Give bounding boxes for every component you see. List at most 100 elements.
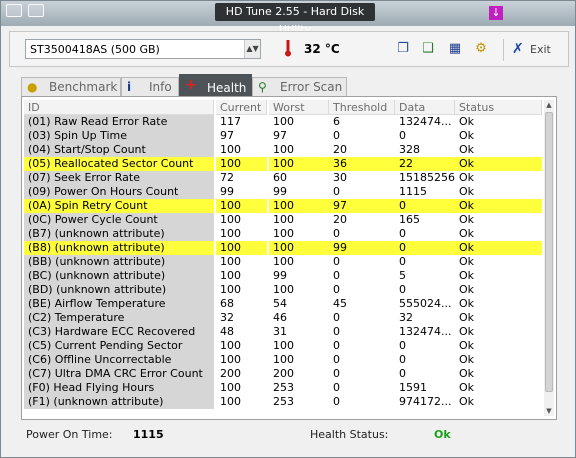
table-row[interactable]: (0A) Spin Retry Count 100 100 97 0 Ok [24,199,542,213]
toolbar-divider [503,39,504,61]
vertical-scrollbar[interactable]: ▲ ▼ [544,100,554,416]
chevron-down-icon[interactable]: ▲▼ [244,40,260,58]
table-row[interactable]: (C3) Hardware ECC Recovered 48 31 0 132474..… [24,325,542,339]
table-row[interactable]: (03) Spin Up Time 97 97 0 0 Ok [24,129,542,143]
status-cell: Ok [459,227,475,240]
data-cell: 132474... [399,115,452,128]
worst-cell: 253 [273,395,294,408]
data-cell: 0 [399,227,406,240]
status-cell: Ok [459,255,475,268]
worst-cell: 100 [269,199,329,213]
table-row[interactable]: (09) Power On Hours Count 99 99 0 1115 Ok [24,185,542,199]
column-header-threshold[interactable]: Threshold [329,100,395,115]
attribute-id-cell: (C7) Ultra DMA CRC Error Count [24,367,214,381]
table-row[interactable]: (BC) (unknown attribute) 100 99 0 5 Ok [24,269,542,283]
options-icon[interactable]: ⚙ [473,41,489,57]
status-bar: Power On Time: 1115 Health Status: Ok [21,425,557,445]
current-cell: 100 [216,199,267,213]
attribute-id-cell: (01) Raw Read Error Rate [24,115,214,129]
smart-table: ID Current Worst Threshold Data Status (… [24,100,542,416]
threshold-cell: 0 [333,325,340,338]
tab-label: Health [207,81,247,95]
threshold-cell: 20 [333,213,347,226]
data-cell: 1115 [399,185,427,198]
save-icon[interactable]: ▦ [447,41,463,57]
download-icon[interactable]: ↓ [489,6,503,20]
worst-cell: 100 [273,339,294,352]
threshold-cell: 0 [333,185,340,198]
table-body: (01) Raw Read Error Rate 117 100 6 132474...… [24,115,542,409]
worst-cell: 100 [269,241,329,255]
threshold-cell: 0 [333,269,340,282]
status-cell: Ok [459,269,475,282]
attribute-id-cell: (07) Seek Error Rate [24,171,214,185]
power-on-time-label: Power On Time: [26,428,113,441]
column-header-current[interactable]: Current [216,100,267,115]
attribute-id-cell: (BE) Airflow Temperature [24,297,214,311]
scroll-down-icon[interactable]: ▼ [544,406,554,416]
power-on-time-value: 1115 [133,428,164,441]
tab-error-scan[interactable]: ⚲ Error Scan [252,77,347,96]
column-header-id[interactable]: ID [24,100,214,115]
table-row[interactable]: (01) Raw Read Error Rate 117 100 6 132474...… [24,115,542,129]
table-row[interactable]: (F1) (unknown attribute) 100 253 0 974172...… [24,395,542,409]
current-cell: 48 [220,325,234,338]
column-header-data[interactable]: Data [395,100,455,115]
attribute-id-cell: (C2) Temperature [24,311,214,325]
close-window-button[interactable] [6,4,22,17]
data-cell: 132474... [399,325,452,338]
drive-select[interactable]: ST3500418AS (500 GB) ▲▼ [25,39,261,59]
scroll-up-icon[interactable]: ▲ [544,100,554,110]
exit-button[interactable]: Exit [530,43,551,56]
status-cell: Ok [459,367,475,380]
table-row[interactable]: (BD) (unknown attribute) 100 100 0 0 Ok [24,283,542,297]
table-row[interactable]: (05) Reallocated Sector Count 100 100 36 22 O… [24,157,542,171]
column-header-worst[interactable]: Worst [269,100,329,115]
current-cell: 100 [216,241,267,255]
tab-info[interactable]: i Info [121,77,179,96]
table-row[interactable]: (F0) Head Flying Hours 100 253 0 1591 Ok [24,381,542,395]
table-row[interactable]: (04) Start/Stop Count 100 100 20 328 Ok [24,143,542,157]
data-cell: 15185256 [399,171,455,184]
tab-benchmark[interactable]: ● Benchmark [21,77,121,96]
table-row[interactable]: (BE) Airflow Temperature 68 54 45 555024... O… [24,297,542,311]
error-scan-icon: ⚲ [258,80,267,94]
threshold-cell: 0 [333,255,340,268]
scrollbar-thumb[interactable] [545,112,553,392]
threshold-cell: 30 [333,171,347,184]
health-status-value: Ok [434,428,451,441]
copy-icon[interactable]: ❐ [395,41,411,57]
column-header-status[interactable]: Status [455,100,542,115]
threshold-cell: 99 [329,241,395,255]
tab-label: Error Scan [280,80,343,94]
table-row[interactable]: (C7) Ultra DMA CRC Error Count 200 200 0 0 Ok [24,367,542,381]
current-cell: 32 [220,311,234,324]
table-row[interactable]: (C5) Current Pending Sector 100 100 0 0 Ok [24,339,542,353]
copy-all-icon[interactable]: ❑ [420,41,436,57]
table-row[interactable]: (B7) (unknown attribute) 100 100 0 0 Ok [24,227,542,241]
data-cell: 328 [399,143,420,156]
data-cell: 0 [395,241,455,255]
data-cell: 0 [395,199,455,213]
data-cell: 0 [399,339,406,352]
exit-icon[interactable]: ✗ [512,41,524,57]
table-row[interactable]: (0C) Power Cycle Count 100 100 20 165 Ok [24,213,542,227]
table-row[interactable]: (BB) (unknown attribute) 100 100 0 0 Ok [24,255,542,269]
minimize-window-button[interactable] [28,4,44,17]
data-cell: 974172... [399,395,452,408]
current-cell: 100 [220,213,241,226]
current-cell: 99 [220,185,234,198]
data-cell: 165 [399,213,420,226]
info-icon: i [127,80,132,94]
table-row[interactable]: (C2) Temperature 32 46 0 32 Ok [24,311,542,325]
table-row[interactable]: (07) Seek Error Rate 72 60 30 15185256 Ok [24,171,542,185]
table-row[interactable]: (C6) Offline Uncorrectable 100 100 0 0 Ok [24,353,542,367]
tab-health[interactable]: + Health [179,74,252,97]
health-icon: + [185,77,197,93]
window-title: HD Tune 2.55 - Hard Disk Utility [215,3,375,36]
data-cell: 0 [399,129,406,142]
table-row[interactable]: (B8) (unknown attribute) 100 100 99 0 Ok [24,241,542,255]
toolbar: ST3500418AS (500 GB) ▲▼ 32 °C ❐ ❑ ▦ ⚙ ✗ … [9,31,569,67]
threshold-cell: 0 [333,129,340,142]
status-cell: Ok [459,283,475,296]
